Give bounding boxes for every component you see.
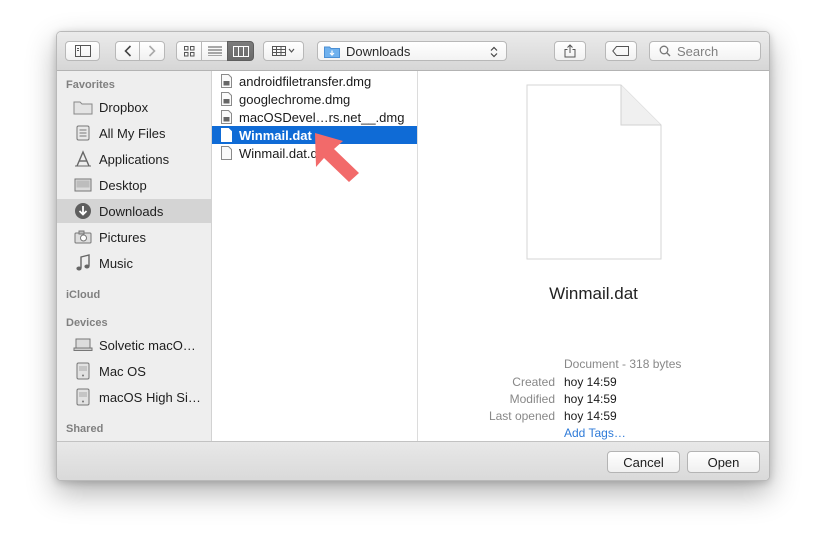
preview-filename: Winmail.dat [549, 284, 638, 303]
desktop-icon [73, 176, 93, 194]
sidebar-item-label: All My Files [99, 125, 166, 141]
icon-view-button[interactable] [176, 41, 202, 61]
disk-icon [73, 362, 93, 380]
sidebar-item-mac-os[interactable]: Mac OS [57, 359, 211, 383]
share-button[interactable] [554, 41, 586, 61]
file-name: googlechrome.dmg [239, 91, 351, 107]
sidebar-item-music[interactable]: Music [57, 251, 211, 275]
sidebar-item-label: Solvetic macO… [99, 337, 196, 353]
all-files-icon [73, 124, 93, 142]
tags-button[interactable] [605, 41, 637, 61]
camera-icon [73, 228, 93, 246]
applications-icon [73, 150, 93, 168]
sidebar-item-dropbox[interactable]: Dropbox [57, 95, 211, 119]
file-list-column: androidfiletransfer.dmg googlechrome.dmg… [212, 71, 418, 441]
sidebar-item-desktop[interactable]: Desktop [57, 173, 211, 197]
file-name: macOSDevel…rs.net__.dmg [239, 109, 405, 125]
columns-icon [232, 45, 249, 57]
document-file-icon [221, 128, 232, 142]
sidebar: Favorites Dropbox All My Files Applicati… [57, 71, 212, 441]
file-item[interactable]: googlechrome.dmg [212, 90, 417, 108]
downloads-folder-icon [324, 46, 340, 58]
folder-icon [73, 98, 93, 116]
list-view-button[interactable] [201, 41, 228, 61]
back-forward-control [115, 41, 165, 61]
last-opened-label: Last opened [488, 409, 555, 423]
sidebar-item-applications[interactable]: Applications [57, 147, 211, 171]
modified-value: hoy 14:59 [564, 392, 617, 406]
chevron-left-icon [123, 45, 131, 57]
up-down-chevron-icon [490, 46, 498, 58]
sidebar-item-label: Downloads [99, 203, 164, 219]
search-field[interactable]: Search [649, 41, 761, 61]
annotation-arrow-icon [315, 133, 359, 182]
sidebar-icon [74, 45, 91, 57]
icloud-header: iCloud [66, 289, 101, 301]
toolbar: Downloads Search [57, 32, 769, 71]
file-item[interactable]: macOSDevel…rs.net__.dmg [212, 108, 417, 126]
sidebar-item-label: Pictures [99, 229, 146, 245]
search-icon [659, 45, 671, 57]
sidebar-item-all-my-files[interactable]: All My Files [57, 121, 211, 145]
location-label: Downloads [346, 43, 411, 59]
sidebar-toggle-button[interactable] [65, 41, 100, 61]
open-file-dialog: Downloads Search Favorites Dropbox All M… [56, 31, 770, 481]
sidebar-item-macos-high-sierra[interactable]: macOS High Si… [57, 385, 211, 409]
devices-header: Devices [66, 317, 108, 329]
column-view-button[interactable] [227, 41, 254, 61]
file-item[interactable]: androidfiletransfer.dmg [212, 72, 417, 90]
disk-image-file-icon [221, 92, 232, 106]
preview-kind: Document - 318 bytes [564, 357, 682, 371]
view-mode-control [176, 41, 254, 61]
sidebar-item-solvetic-mac[interactable]: Solvetic macO… [57, 333, 211, 357]
sidebar-item-label: Desktop [99, 177, 147, 193]
file-name: Winmail.dat [239, 127, 312, 143]
last-opened-value: hoy 14:59 [564, 409, 617, 423]
disk-icon [73, 388, 93, 406]
preview-pane: Winmail.dat Document - 318 bytes Created… [418, 71, 769, 441]
arrange-grid-icon [271, 46, 294, 56]
sidebar-item-label: Music [99, 255, 133, 271]
shared-header: Shared [66, 423, 104, 435]
back-button[interactable] [115, 41, 140, 61]
disk-image-file-icon [221, 110, 232, 124]
music-note-icon [73, 254, 93, 272]
arrange-menu-button[interactable] [263, 41, 304, 61]
cancel-button[interactable]: Cancel [607, 451, 680, 473]
document-preview-icon [526, 84, 662, 260]
bottom-bar: Cancel Open [57, 441, 769, 480]
disk-image-file-icon [221, 74, 232, 88]
add-tags-link[interactable]: Add Tags… [564, 426, 626, 440]
icon-grid-icon [183, 45, 194, 56]
downloads-icon [73, 202, 93, 220]
modified-label: Modified [509, 392, 555, 406]
sidebar-item-label: macOS High Si… [99, 389, 201, 405]
computer-icon [73, 336, 93, 354]
file-name: androidfiletransfer.dmg [239, 73, 372, 89]
forward-button[interactable] [139, 41, 165, 61]
list-icon [207, 46, 222, 56]
share-icon [564, 44, 576, 58]
location-popup[interactable]: Downloads [317, 41, 507, 61]
sidebar-item-downloads[interactable]: Downloads [57, 199, 211, 223]
tag-icon [612, 46, 629, 56]
sidebar-item-pictures[interactable]: Pictures [57, 225, 211, 249]
favorites-header: Favorites [66, 79, 115, 91]
search-placeholder: Search [677, 43, 719, 59]
open-button[interactable]: Open [687, 451, 760, 473]
created-label: Created [512, 375, 555, 389]
document-file-icon [221, 146, 232, 160]
sidebar-item-label: Mac OS [99, 363, 146, 379]
sidebar-item-label: Dropbox [99, 99, 149, 115]
created-value: hoy 14:59 [564, 375, 617, 389]
sidebar-item-label: Applications [99, 151, 170, 167]
chevron-right-icon [148, 45, 156, 57]
